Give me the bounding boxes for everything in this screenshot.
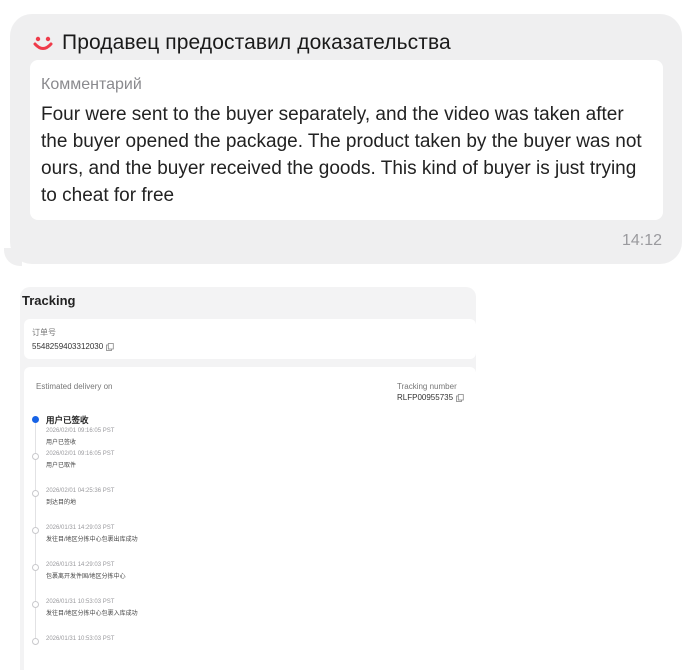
timeline-event: 2026/02/01 09:16:05 PST 用户已取件	[32, 451, 462, 485]
order-card: 订单号 5548259403312030	[24, 319, 476, 359]
event-desc: 用户已取件	[46, 463, 77, 469]
event-time: 2026/01/31 14:29:03 PST	[46, 562, 115, 568]
tracking-screenshot[interactable]: Tracking 订单号 5548259403312030 Estimated …	[20, 287, 476, 670]
timeline-event: 2026/01/31 10:53:03 PST 发往目/地区分拣中心包裹入库成功	[32, 599, 462, 633]
message-bubble: Продавец предоставил доказательства Комм…	[10, 14, 682, 264]
timeline-dot	[32, 453, 39, 460]
event-desc: 到达目的地	[46, 500, 77, 506]
estimated-delivery-label: Estimated delivery on	[36, 382, 113, 391]
event-time: 2026/02/01 04:25:36 PST	[46, 488, 115, 494]
smile-icon	[32, 32, 54, 54]
event-time: 2026/01/31 10:53:03 PST	[46, 636, 115, 642]
timeline-event: 用户已签收 2026/02/01 09:16:05 PST 用户已签收	[32, 414, 462, 448]
message-time: 14:12	[621, 232, 662, 249]
event-time: 2026/02/01 09:16:05 PST	[46, 428, 115, 434]
timeline-event: 2026/01/31 14:29:03 PST 包裹离开发件国/地区分拣中心	[32, 562, 462, 596]
timeline-dot	[32, 601, 39, 608]
tracking-timeline: 用户已签收 2026/02/01 09:16:05 PST 用户已签收 2026…	[32, 414, 462, 670]
tracking-title: Tracking	[22, 293, 76, 308]
timeline-event: 2026/02/01 04:25:36 PST 到达目的地	[32, 488, 462, 522]
message-title: Продавец предоставил доказательства	[62, 31, 451, 54]
copy-icon[interactable]	[456, 393, 464, 402]
event-headline: 用户已签收	[46, 415, 89, 425]
tracking-card: Estimated delivery on Tracking number RL…	[24, 367, 476, 670]
comment-text: Four were sent to the buyer separately, …	[41, 104, 642, 206]
timeline-dot	[32, 564, 39, 571]
event-time: 2026/01/31 10:53:03 PST	[46, 599, 115, 605]
tracking-number-label: Tracking number	[397, 382, 457, 391]
tracking-number-row: RLFP00955735	[397, 393, 464, 402]
event-time: 2026/01/31 14:29:03 PST	[46, 525, 115, 531]
event-desc: 发往目/地区分拣中心包裹入库成功	[46, 611, 138, 617]
comment-card: Комментарий Four were sent to the buyer …	[30, 60, 663, 220]
copy-icon[interactable]	[106, 342, 114, 351]
timeline-event: 2026/01/31 14:29:03 PST 发往目/地区分拣中心包裹出库成功	[32, 525, 462, 559]
timeline-dot	[32, 527, 39, 534]
timeline-event: 2026/01/31 10:53:03 PST	[32, 636, 462, 670]
order-label: 订单号	[32, 328, 56, 337]
timeline-dot-active	[32, 416, 39, 423]
timeline-dot	[32, 490, 39, 497]
comment-label: Комментарий	[41, 76, 142, 93]
event-desc: 用户已签收	[46, 440, 77, 446]
bubble-tail	[4, 248, 22, 266]
event-time: 2026/02/01 09:16:05 PST	[46, 451, 115, 457]
event-desc: 发往目/地区分拣中心包裹出库成功	[46, 537, 138, 543]
message-header: Продавец предоставил доказательства	[32, 28, 451, 58]
order-number: 5548259403312030	[32, 342, 104, 351]
order-number-row: 5548259403312030	[32, 342, 476, 351]
timeline-dot	[32, 638, 39, 645]
event-desc: 包裹离开发件国/地区分拣中心	[46, 574, 126, 580]
tracking-number: RLFP00955735	[397, 393, 454, 402]
